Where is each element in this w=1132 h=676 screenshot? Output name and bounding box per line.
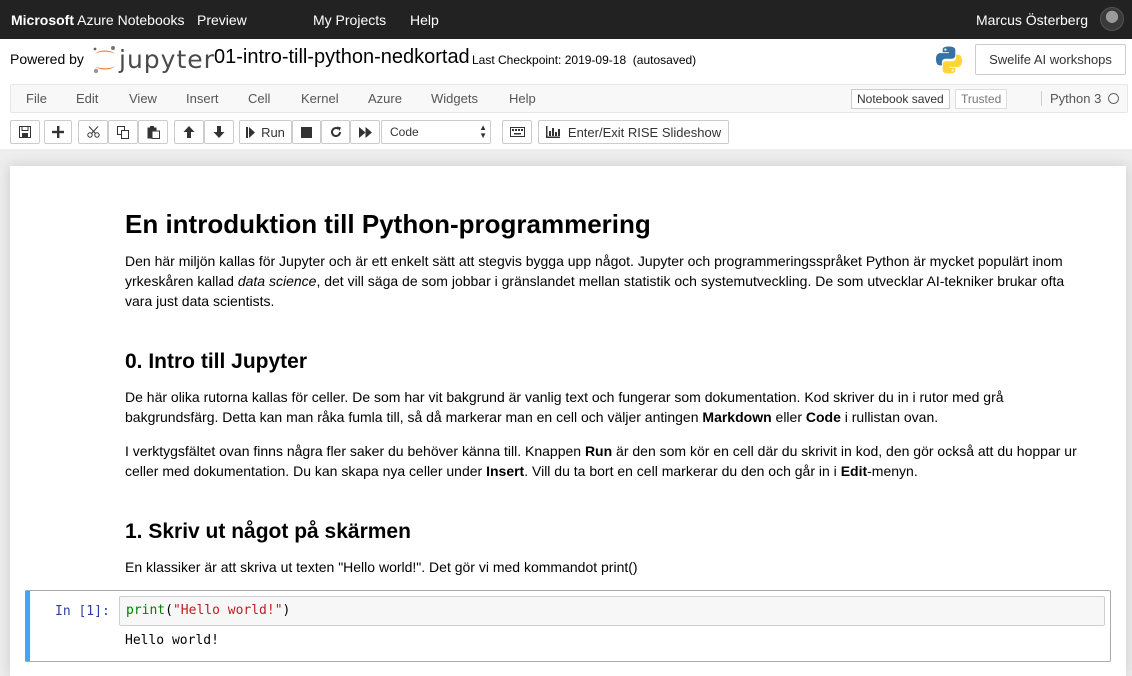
help-link[interactable]: Help bbox=[410, 12, 439, 28]
run-label: Run bbox=[261, 124, 285, 140]
section-1-paragraph: En klassiker är att skriva ut texten "He… bbox=[125, 559, 638, 575]
autosaved-label: (autosaved) bbox=[632, 53, 697, 67]
menu-insert[interactable]: Insert bbox=[186, 91, 219, 106]
input-prompt: In [1]: bbox=[55, 604, 110, 619]
intro-emphasis: data science bbox=[237, 273, 317, 289]
step-forward-icon bbox=[246, 126, 256, 138]
run-button[interactable]: Run bbox=[239, 120, 292, 144]
rise-slideshow-label: Enter/Exit RISE Slideshow bbox=[567, 124, 722, 140]
s0p2-run: Run bbox=[584, 443, 613, 459]
bar-chart-icon bbox=[545, 126, 560, 138]
checkpoint-date: 2019-09-18 bbox=[564, 53, 627, 67]
code-string: "Hello world!" bbox=[172, 603, 283, 618]
cut-button[interactable] bbox=[78, 120, 108, 144]
menu-azure[interactable]: Azure bbox=[368, 91, 402, 106]
keyboard-icon bbox=[509, 127, 525, 137]
menu-file[interactable]: File bbox=[26, 91, 47, 106]
copy-icon bbox=[116, 125, 129, 139]
paste-icon bbox=[147, 125, 160, 139]
jupyter-logo-text: jupyter bbox=[119, 45, 215, 74]
menu-cell[interactable]: Cell bbox=[248, 91, 270, 106]
move-up-button[interactable] bbox=[174, 120, 204, 144]
swelife-workshops-button[interactable]: Swelife AI workshops bbox=[975, 44, 1126, 75]
cell-output: Hello world! bbox=[125, 633, 219, 648]
section-0-paragraph-2: I verktygsfältet ovan finns några fler s… bbox=[125, 441, 1085, 481]
trusted-button[interactable]: Trusted bbox=[955, 89, 1008, 109]
move-down-button[interactable] bbox=[204, 120, 234, 144]
user-name[interactable]: Marcus Österberg bbox=[976, 12, 1088, 28]
cell-type-value: Code bbox=[390, 125, 419, 139]
avatar[interactable] bbox=[1100, 7, 1124, 31]
code-function: print bbox=[126, 603, 166, 618]
jupyter-header: Powered by jupyter 01-intro-till-python-… bbox=[0, 39, 1132, 79]
menu-kernel[interactable]: Kernel bbox=[301, 91, 339, 106]
menu-edit[interactable]: Edit bbox=[76, 91, 98, 106]
cell-type-select[interactable]: Code ▲ ▼ bbox=[381, 120, 491, 144]
interrupt-button[interactable] bbox=[292, 120, 321, 144]
notebook-name[interactable]: 01-intro-till-python-nedkortad bbox=[214, 46, 470, 69]
kernel-idle-indicator-icon bbox=[1108, 93, 1119, 104]
s0p1-code: Code bbox=[805, 409, 841, 425]
save-icon bbox=[19, 126, 31, 138]
brand-microsoft: Microsoft bbox=[11, 12, 74, 28]
code-close-paren: ) bbox=[282, 603, 291, 618]
s0p1-text-d: i rullistan ovan. bbox=[840, 409, 939, 425]
section-1-heading: 1. Skriv ut något på skärmen bbox=[125, 520, 411, 543]
toolbar: Run Code ▲ ▼ Enter/Exit RISE Slideshow bbox=[0, 117, 1132, 149]
checkpoint-status: Last Checkpoint: 2019-09-18 (autosaved) bbox=[472, 53, 696, 67]
arrow-down-icon bbox=[213, 126, 225, 138]
refresh-icon bbox=[330, 126, 341, 138]
copy-button[interactable] bbox=[108, 120, 138, 144]
menu-help[interactable]: Help bbox=[509, 91, 536, 106]
s0p2-insert: Insert bbox=[486, 463, 525, 479]
notebook-title-heading: En introduktion till Python-programmerin… bbox=[125, 209, 651, 239]
fast-forward-icon bbox=[358, 126, 372, 138]
s0p2-text-a: I verktygsfältet ovan finns några fler s… bbox=[125, 443, 585, 459]
menu-view[interactable]: View bbox=[129, 91, 157, 106]
my-projects-link[interactable]: My Projects bbox=[313, 12, 386, 28]
section-0-heading: 0. Intro till Jupyter bbox=[125, 350, 308, 373]
code-line[interactable]: print("Hello world!") bbox=[126, 603, 290, 618]
select-arrows-icon: ▲ ▼ bbox=[479, 123, 487, 140]
restart-run-all-button[interactable] bbox=[350, 120, 380, 144]
restart-button[interactable] bbox=[321, 120, 350, 144]
s0p1-markdown: Markdown bbox=[702, 409, 772, 425]
paste-button[interactable] bbox=[138, 120, 168, 144]
command-palette-button[interactable] bbox=[502, 120, 532, 144]
azure-brand[interactable]: Microsoft Azure Notebooks bbox=[11, 12, 185, 28]
s0p2-text-e: -menyn. bbox=[867, 463, 918, 479]
scissors-icon bbox=[86, 126, 100, 138]
brand-azure-notebooks: Azure Notebooks bbox=[77, 12, 185, 28]
s0p2-text-d: . Vill du ta bort en cell markerar du de… bbox=[524, 463, 841, 479]
jupyter-logo-icon bbox=[93, 46, 115, 74]
code-open-paren: ( bbox=[165, 603, 173, 618]
python-logo-icon bbox=[936, 46, 962, 74]
arrow-up-icon bbox=[183, 126, 195, 138]
menubar: File Edit View Insert Cell Kernel Azure … bbox=[0, 79, 1132, 117]
notebook-saved-indicator: Notebook saved bbox=[851, 89, 950, 109]
s0p1-text-c: eller bbox=[771, 409, 806, 425]
checkpoint-label: Last Checkpoint: bbox=[472, 53, 562, 67]
rise-slideshow-button[interactable]: Enter/Exit RISE Slideshow bbox=[538, 120, 729, 144]
powered-by-label: Powered by bbox=[10, 51, 84, 67]
section-0-paragraph-1: De här olika rutorna kallas för celler. … bbox=[125, 387, 1085, 427]
azure-top-bar: Microsoft Azure Notebooks Preview My Pro… bbox=[0, 0, 1132, 39]
kernel-name[interactable]: Python 3 bbox=[1041, 91, 1101, 106]
stop-icon bbox=[301, 126, 312, 138]
s0p2-edit: Edit bbox=[840, 463, 868, 479]
insert-cell-button[interactable] bbox=[44, 120, 72, 144]
preview-label: Preview bbox=[197, 12, 247, 28]
jupyter-logo[interactable]: jupyter bbox=[92, 45, 214, 75]
menubar-container: File Edit View Insert Cell Kernel Azure … bbox=[10, 84, 1128, 113]
intro-paragraph: Den här miljön kallas för Jupyter och är… bbox=[125, 251, 1085, 311]
plus-icon bbox=[52, 126, 64, 138]
save-button[interactable] bbox=[10, 120, 40, 144]
menu-widgets[interactable]: Widgets bbox=[431, 91, 478, 106]
